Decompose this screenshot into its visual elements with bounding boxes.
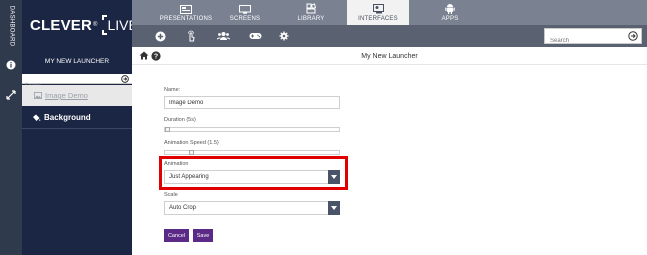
paint-icon xyxy=(33,114,41,121)
touch-icon[interactable] xyxy=(184,29,198,43)
info-icon[interactable] xyxy=(4,58,18,72)
sidebar-title: MY NEW LAUNCHER xyxy=(44,57,110,65)
sidebar-search xyxy=(22,74,132,91)
save-button[interactable]: Save xyxy=(193,229,213,242)
logo-registered: ® xyxy=(93,22,98,28)
name-label: Name: xyxy=(164,87,181,93)
duration-slider[interactable] xyxy=(164,127,340,132)
gear-icon[interactable] xyxy=(277,29,291,43)
tab-interfaces[interactable]: INTERFACES xyxy=(347,0,409,25)
content-header: My New Launcher ? xyxy=(132,47,647,65)
help-icon[interactable]: ? xyxy=(150,50,161,61)
logo[interactable]: CLEVER ® LIVE xyxy=(22,0,143,50)
page-title: My New Launcher xyxy=(361,52,418,60)
sidebar-divider xyxy=(22,128,132,129)
duration-slider-thumb[interactable] xyxy=(165,127,170,132)
library-icon xyxy=(306,3,316,14)
android-icon xyxy=(445,4,455,14)
dashboard-tab[interactable]: DASHBOARD xyxy=(2,4,20,48)
sidebar-item-image-demo-label: Image Demo xyxy=(45,91,88,100)
tab-apps[interactable]: APPS xyxy=(435,0,465,25)
animation-dropdown-arrow[interactable] xyxy=(328,170,340,184)
tab-interfaces-label: INTERFACES xyxy=(358,16,398,22)
scale-select[interactable]: Auto Crop xyxy=(164,201,340,215)
toolbar xyxy=(132,25,647,48)
animation-speed-slider-thumb[interactable] xyxy=(189,150,194,155)
svg-text:?: ? xyxy=(153,53,157,60)
toolbar-search xyxy=(544,28,642,48)
sidebar: MY NEW LAUNCHER Image Demo Background xyxy=(22,50,132,255)
tab-library[interactable]: LIBRARY xyxy=(292,0,330,25)
cancel-button[interactable]: Cancel xyxy=(164,229,189,242)
sidebar-item-background-label: Background xyxy=(44,113,91,122)
expand-icon[interactable] xyxy=(4,88,18,102)
users-icon[interactable] xyxy=(216,29,230,43)
logo-name: CLEVER xyxy=(30,16,93,34)
duration-label: Duration (5s) xyxy=(164,117,196,123)
chevron-down-icon xyxy=(331,206,337,210)
tab-presentations-label: PRESENTATIONS xyxy=(159,16,213,22)
scale-dropdown-arrow[interactable] xyxy=(328,201,340,215)
app-root: DASHBOARD CLEVER ® LIVE PRESENTATIONS SC… xyxy=(0,0,647,255)
tab-apps-label: APPS xyxy=(441,16,459,22)
image-icon xyxy=(34,92,42,99)
scale-select-value: Auto Crop xyxy=(169,205,197,211)
presentation-icon xyxy=(180,5,192,14)
animation-speed-label: Animation Speed (1.5) xyxy=(164,140,219,146)
top-nav: PRESENTATIONS SCREENS LIBRARY INTERFACES… xyxy=(132,0,647,25)
sidebar-item-background[interactable]: Background xyxy=(22,107,132,128)
scale-label: Scale xyxy=(164,192,178,198)
interface-icon xyxy=(372,4,384,14)
tab-library-label: LIBRARY xyxy=(297,16,325,22)
search-go-icon[interactable] xyxy=(628,31,638,41)
dashboard-strip: DASHBOARD xyxy=(0,0,22,255)
animation-select-value: Just Appearing xyxy=(169,174,209,180)
animation-select[interactable]: Just Appearing xyxy=(164,170,340,184)
tab-presentations[interactable]: PRESENTATIONS xyxy=(152,0,220,25)
dashboard-label: DASHBOARD xyxy=(8,5,14,47)
chevron-down-icon xyxy=(331,175,337,179)
home-icon[interactable] xyxy=(138,50,149,61)
tab-screens[interactable]: SCREENS xyxy=(224,0,266,25)
sidebar-search-go-icon[interactable] xyxy=(121,75,129,83)
toolbar-search-input[interactable] xyxy=(545,34,625,48)
name-input[interactable] xyxy=(164,96,340,109)
sidebar-item-image-demo[interactable]: Image Demo xyxy=(22,85,132,106)
add-icon[interactable] xyxy=(153,29,167,43)
monitor-icon xyxy=(239,5,251,14)
tab-screens-label: SCREENS xyxy=(229,16,261,22)
animation-speed-slider[interactable] xyxy=(164,150,340,155)
animation-label: Animation xyxy=(164,161,189,167)
gamepad-icon[interactable] xyxy=(248,29,262,43)
